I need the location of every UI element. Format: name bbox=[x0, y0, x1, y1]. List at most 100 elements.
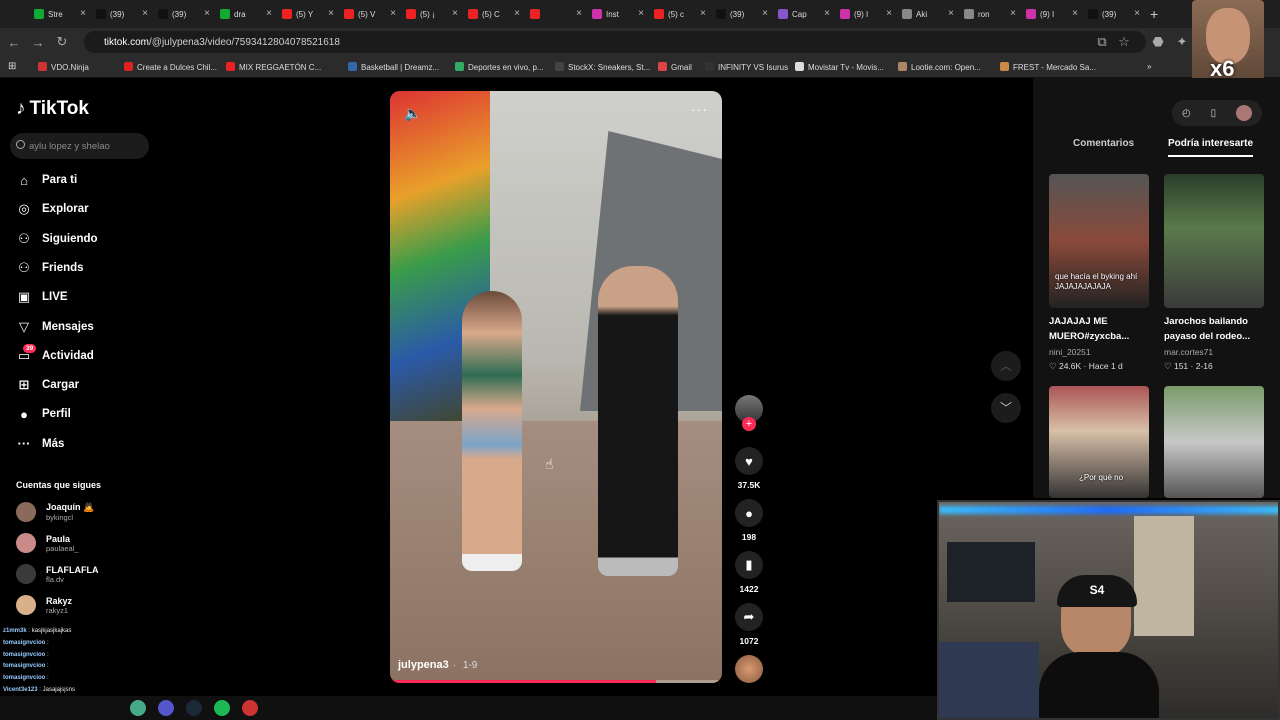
nav-item-perfil[interactable]: ● Perfil bbox=[16, 406, 71, 422]
browser-tab[interactable]: (5) ¡ × bbox=[400, 3, 462, 25]
video-more-icon[interactable]: ··· bbox=[691, 101, 708, 117]
tab-close-icon[interactable]: × bbox=[886, 8, 892, 19]
comment-button[interactable]: ● 198 bbox=[735, 499, 763, 542]
timer-icon[interactable]: ◴ bbox=[1182, 108, 1191, 119]
tab-close-icon[interactable]: × bbox=[514, 8, 520, 19]
browser-tab[interactable]: (39) × bbox=[152, 3, 214, 25]
tab-close-icon[interactable]: × bbox=[328, 8, 334, 19]
volume-icon[interactable]: 🔈 bbox=[404, 105, 421, 122]
suggested-video-thumb[interactable] bbox=[1164, 174, 1264, 308]
browser-tab[interactable]: (9) I × bbox=[1020, 3, 1082, 25]
suggested-video-thumb[interactable] bbox=[1164, 386, 1264, 498]
bookmarks-more-icon[interactable]: » bbox=[1147, 62, 1151, 71]
browser-tab[interactable]: (9) I × bbox=[834, 3, 896, 25]
bookmark-item[interactable]: Movistar Tv - Movis... bbox=[795, 62, 884, 72]
phone-icon[interactable]: ▯ bbox=[1211, 108, 1217, 119]
followed-account[interactable]: Paula paulaeal_ bbox=[16, 533, 79, 553]
like-button[interactable]: ♥ 37.5K bbox=[735, 447, 763, 490]
bookmark-item[interactable]: Deportes en vivo, p... bbox=[455, 62, 544, 72]
bookmark-item[interactable]: VDO.Ninja bbox=[38, 62, 89, 72]
bookmark-item[interactable]: Lootie.com: Open... bbox=[898, 62, 981, 72]
tab-close-icon[interactable]: × bbox=[700, 8, 706, 19]
previous-video-button[interactable]: ︿ bbox=[991, 351, 1021, 381]
chrome-icon[interactable] bbox=[130, 700, 146, 716]
nav-item-para-ti[interactable]: ⌂ Para ti bbox=[16, 172, 77, 188]
bookmark-item[interactable]: Basketball | Dreamz... bbox=[348, 62, 439, 72]
tab-close-icon[interactable]: × bbox=[762, 8, 768, 19]
tab-close-icon[interactable]: × bbox=[638, 8, 644, 19]
browser-tab[interactable]: (39) × bbox=[1082, 3, 1144, 25]
spotify-icon[interactable] bbox=[214, 700, 230, 716]
music-disc[interactable] bbox=[735, 655, 763, 683]
followed-account[interactable]: Joaquín 🙇 bykingcl bbox=[16, 502, 94, 522]
follow-plus-icon[interactable]: + bbox=[742, 417, 756, 431]
nav-item-explorar[interactable]: ◎ Explorar bbox=[16, 201, 88, 217]
suggested-video-thumb[interactable]: ¿Por qué no bbox=[1049, 386, 1149, 498]
tab-close-icon[interactable]: × bbox=[204, 8, 210, 19]
suggested-title[interactable]: Jarochos bailando payaso del rodeo... bbox=[1164, 314, 1260, 344]
followed-account[interactable]: Rakyz rakyz1 bbox=[16, 595, 72, 615]
save-button[interactable]: ▮ 1422 bbox=[735, 551, 763, 594]
reload-icon[interactable]: ↻ bbox=[50, 34, 74, 50]
browser-tab[interactable]: Inst × bbox=[586, 3, 648, 25]
user-avatar[interactable] bbox=[1236, 105, 1253, 121]
bookmark-star-icon[interactable]: ☆ bbox=[1112, 34, 1136, 50]
nav-item-actividad[interactable]: ▭ 39 Actividad bbox=[16, 343, 94, 364]
install-app-icon[interactable]: ⧉ bbox=[1090, 34, 1114, 50]
tab-close-icon[interactable]: × bbox=[1134, 8, 1140, 19]
browser-tab[interactable]: dra × bbox=[214, 3, 276, 25]
extension-icon[interactable]: ⬣ bbox=[1146, 34, 1170, 50]
tab-might-interest[interactable]: Podría interesarte bbox=[1168, 138, 1254, 157]
tab-close-icon[interactable]: × bbox=[948, 8, 954, 19]
apps-grid-icon[interactable]: ⊞ bbox=[8, 61, 16, 72]
discord-icon[interactable] bbox=[158, 700, 174, 716]
tab-close-icon[interactable]: × bbox=[1010, 8, 1016, 19]
tab-close-icon[interactable]: × bbox=[390, 8, 396, 19]
nav-item-mensajes[interactable]: ▽ Mensajes bbox=[16, 319, 94, 335]
browser-tab[interactable]: ron × bbox=[958, 3, 1020, 25]
puzzle-icon[interactable]: ✦ bbox=[1170, 34, 1194, 50]
nav-item-más[interactable]: ··· Más bbox=[16, 436, 65, 452]
suggested-video-thumb[interactable]: que hacía el byking ahí JAJAJAJAJAJA bbox=[1049, 174, 1149, 308]
browser-tab[interactable]: Aki × bbox=[896, 3, 958, 25]
tab-comments[interactable]: Comentarios bbox=[1073, 138, 1134, 149]
nav-item-cargar[interactable]: ⊞ Cargar bbox=[16, 377, 80, 393]
video-progress-bar[interactable] bbox=[390, 680, 722, 683]
new-tab-button[interactable]: + bbox=[1150, 6, 1158, 22]
tab-close-icon[interactable]: × bbox=[266, 8, 272, 19]
browser-tab[interactable]: (5) Y × bbox=[276, 3, 338, 25]
share-button[interactable]: ➦ 1072 bbox=[735, 603, 763, 646]
suggested-user[interactable]: nini_20251 bbox=[1049, 347, 1091, 357]
browser-tab[interactable]: (5) c × bbox=[648, 3, 710, 25]
tiktok-logo[interactable]: ♪ TikTok bbox=[16, 98, 89, 120]
browser-tab[interactable]: × bbox=[524, 3, 586, 25]
followed-account[interactable]: FLAFLAFLA fla.dv bbox=[16, 564, 98, 584]
bookmark-item[interactable]: Gmail bbox=[658, 62, 692, 72]
browser-tab[interactable]: (39) × bbox=[90, 3, 152, 25]
url-field[interactable]: tiktok.com/@julypena3/video/759341280407… bbox=[84, 31, 1146, 53]
creator-avatar[interactable]: + bbox=[735, 395, 763, 431]
bookmark-item[interactable]: MIX REGGAETÓN C... bbox=[226, 62, 321, 72]
video-author[interactable]: julypena3 · 1-9 bbox=[398, 659, 477, 671]
obs-icon[interactable] bbox=[242, 700, 258, 716]
nav-item-friends[interactable]: ⚇ Friends bbox=[16, 260, 83, 276]
nav-item-live[interactable]: ▣ LIVE bbox=[16, 289, 68, 305]
bookmark-item[interactable]: INFINITY VS Isurus bbox=[705, 62, 788, 72]
tab-close-icon[interactable]: × bbox=[452, 8, 458, 19]
tab-close-icon[interactable]: × bbox=[1072, 8, 1078, 19]
browser-tab[interactable]: Stre × bbox=[28, 3, 90, 25]
next-video-button[interactable]: ﹀ bbox=[991, 393, 1021, 423]
browser-tab[interactable]: Cap × bbox=[772, 3, 834, 25]
nav-item-siguiendo[interactable]: ⚇ Siguiendo bbox=[16, 231, 97, 247]
bookmark-item[interactable]: FREST - Mercado Sa... bbox=[1000, 62, 1096, 72]
bookmark-item[interactable]: StockX: Sneakers, St... bbox=[555, 62, 650, 72]
browser-tab[interactable]: (5) C × bbox=[462, 3, 524, 25]
tab-close-icon[interactable]: × bbox=[142, 8, 148, 19]
tab-close-icon[interactable]: × bbox=[80, 8, 86, 19]
tab-close-icon[interactable]: × bbox=[576, 8, 582, 19]
browser-tab[interactable]: (5) V × bbox=[338, 3, 400, 25]
suggested-title[interactable]: JAJAJAJ ME MUERO#zyxcba... bbox=[1049, 314, 1145, 344]
browser-tab[interactable]: (39) × bbox=[710, 3, 772, 25]
tab-close-icon[interactable]: × bbox=[824, 8, 830, 19]
video-player[interactable]: 🔈 ··· julypena3 · 1-9 bbox=[390, 91, 722, 683]
